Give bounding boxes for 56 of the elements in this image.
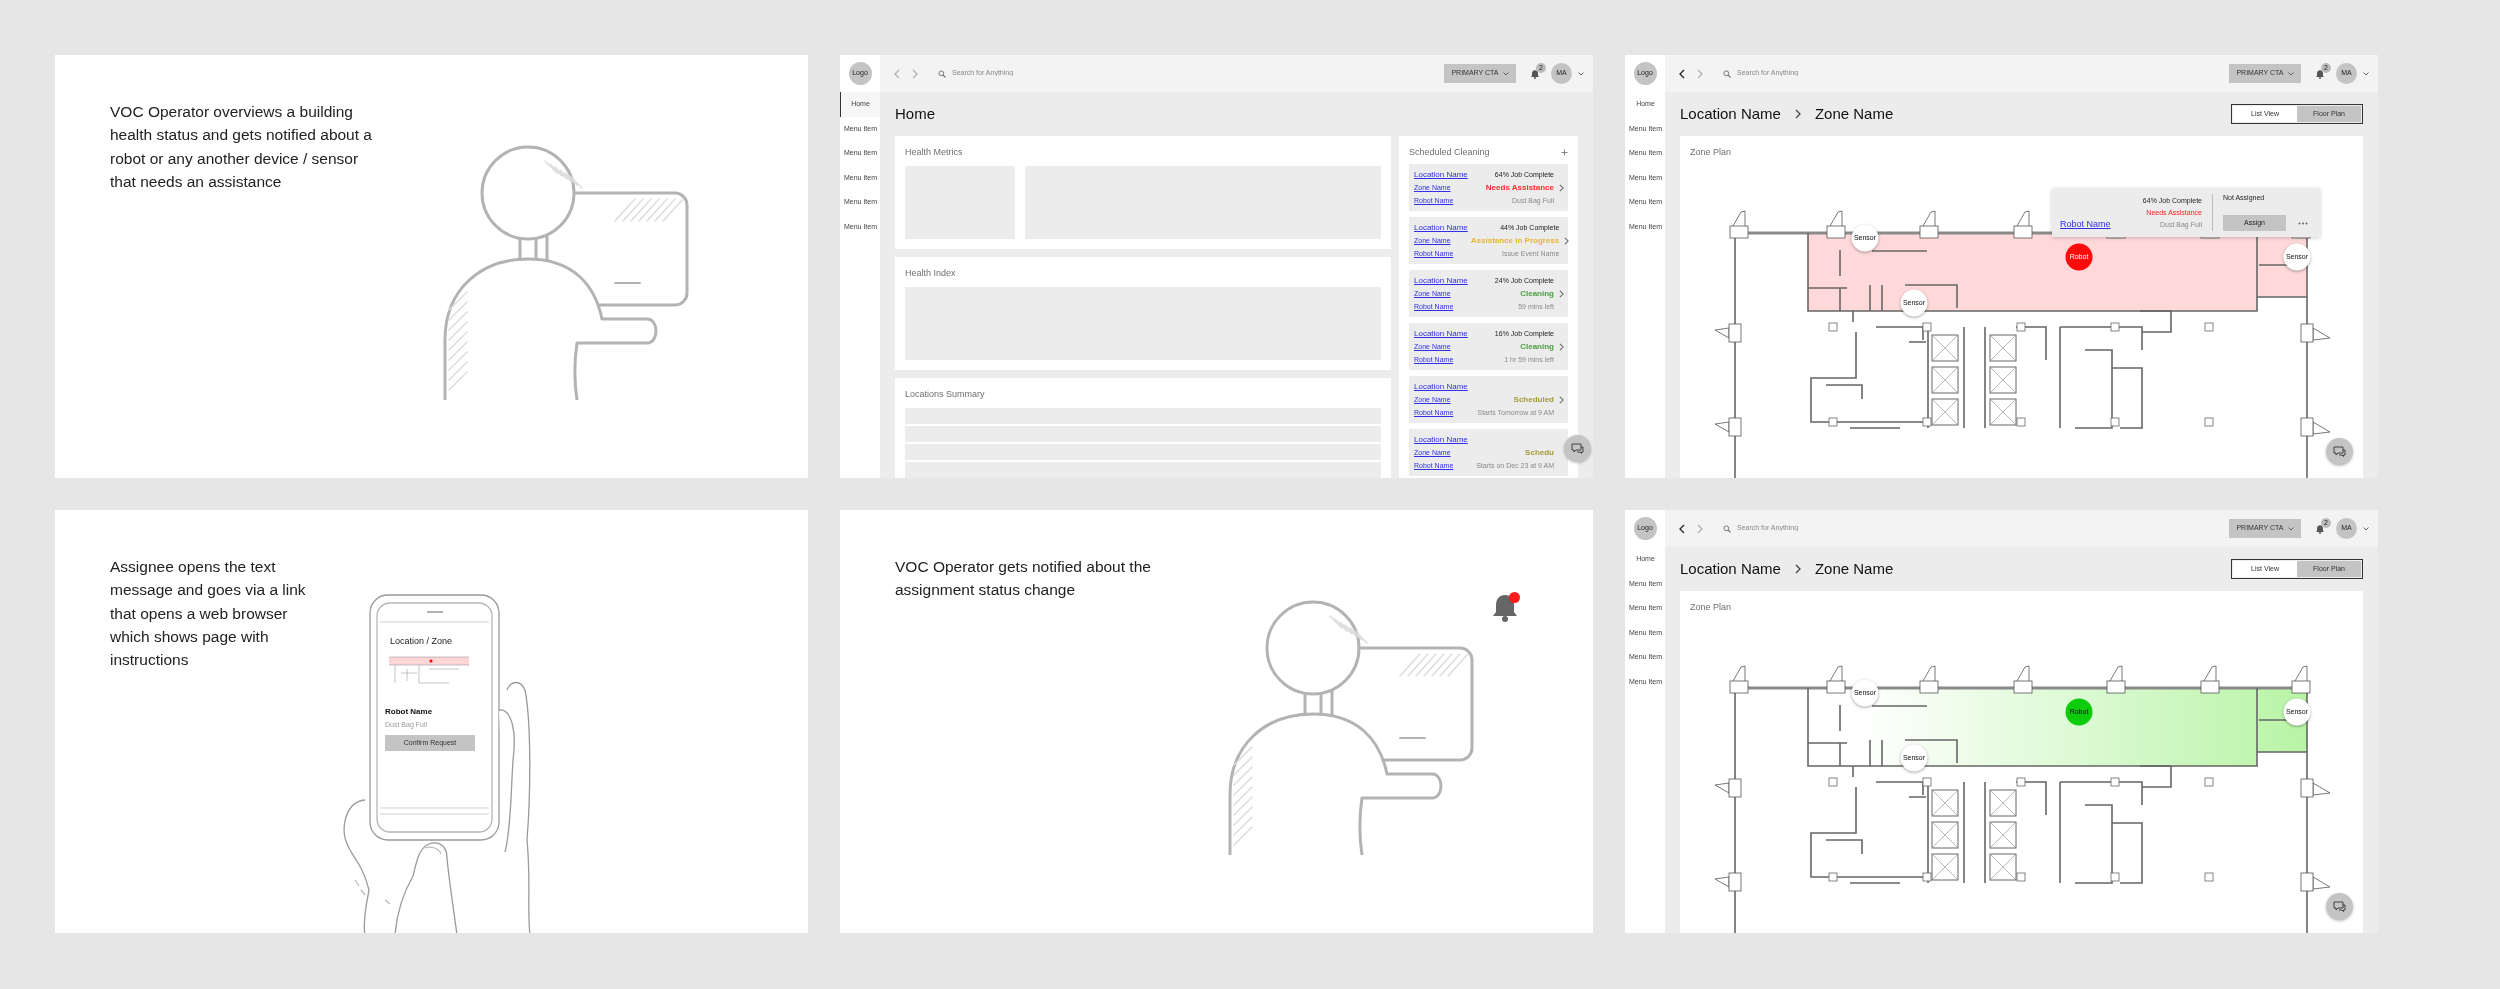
caption-text: VOC Operator overviews a building health status and gets notified about a robot or any another device / sensor that needs an assistance bbox=[110, 102, 373, 192]
location-link[interactable]: Location Name bbox=[1414, 170, 1468, 179]
card-title: Zone Plan bbox=[1690, 146, 1733, 158]
status-text: Schedu bbox=[1525, 448, 1554, 457]
bell-icon[interactable] bbox=[2315, 68, 2325, 79]
chevron-icon[interactable] bbox=[1564, 236, 1570, 245]
caption-text: Assignee opens the text message and goes via a link that opens a web browser which shows page with instructions bbox=[110, 557, 307, 670]
screen-title: Location / Zone bbox=[390, 635, 453, 647]
location-link[interactable]: Location Name bbox=[1414, 223, 1468, 232]
search-icon bbox=[1723, 524, 1731, 533]
search-icon bbox=[1723, 69, 1731, 78]
bell-icon[interactable] bbox=[2315, 523, 2325, 534]
status-text: Needs Assistance bbox=[1485, 183, 1554, 192]
chevron-icon bbox=[1794, 564, 1801, 574]
caret-icon bbox=[2287, 71, 2294, 76]
card-title: Locations Summary bbox=[905, 388, 986, 400]
caret-icon[interactable] bbox=[1578, 71, 1584, 76]
robot-name: Robot Name bbox=[385, 707, 433, 717]
location-link[interactable]: Location Name bbox=[1414, 329, 1468, 338]
caption-text: VOC Operator gets notified about the assignment status change bbox=[895, 557, 1152, 601]
chat-icon bbox=[1570, 442, 1585, 455]
card-title: Scheduled Cleaning bbox=[1409, 146, 1490, 158]
chevron-icon[interactable] bbox=[1559, 342, 1564, 351]
caret-icon[interactable] bbox=[2363, 526, 2369, 531]
back-icon[interactable] bbox=[1679, 68, 1685, 79]
status-text: Cleaning bbox=[1520, 342, 1554, 351]
location-link[interactable]: Location Name bbox=[1414, 435, 1468, 444]
breadcrumb-item: Zone Name bbox=[1814, 558, 1894, 579]
location-link[interactable]: Location Name bbox=[1414, 276, 1468, 285]
page-title: Home bbox=[895, 104, 936, 124]
breadcrumb-item: Zone Name bbox=[1814, 103, 1894, 124]
back-icon[interactable] bbox=[1679, 523, 1685, 534]
chat-icon bbox=[2332, 900, 2347, 913]
status-text: Scheduled bbox=[1513, 395, 1554, 404]
add-icon[interactable] bbox=[1561, 148, 1568, 156]
search-icon bbox=[938, 69, 946, 78]
chevron-icon[interactable] bbox=[1559, 289, 1564, 298]
chevron-icon bbox=[1794, 109, 1801, 119]
breadcrumb-item[interactable]: Location Name bbox=[1680, 557, 1781, 581]
caret-icon[interactable] bbox=[2363, 71, 2369, 76]
bell-icon[interactable] bbox=[1530, 68, 1540, 79]
card-title: Health Metrics bbox=[905, 146, 964, 158]
location-link[interactable]: Location Name bbox=[1414, 382, 1468, 391]
caret-icon bbox=[2287, 526, 2294, 531]
bell-icon[interactable] bbox=[1493, 595, 1517, 622]
status-text: Assistance in Progress bbox=[1470, 236, 1560, 245]
robot-link[interactable]: Robot Name bbox=[2060, 220, 2143, 229]
card-title: Health Index bbox=[905, 267, 957, 279]
status-text: Cleaning bbox=[1520, 289, 1554, 298]
caret-icon bbox=[1502, 71, 1509, 76]
card-title: Zone Plan bbox=[1690, 601, 1733, 613]
chevron-icon[interactable] bbox=[1559, 183, 1564, 192]
chevron-icon[interactable] bbox=[1559, 395, 1564, 404]
more-icon[interactable] bbox=[2298, 221, 2308, 225]
breadcrumb-item[interactable]: Location Name bbox=[1680, 102, 1781, 126]
chat-icon bbox=[2332, 445, 2347, 458]
